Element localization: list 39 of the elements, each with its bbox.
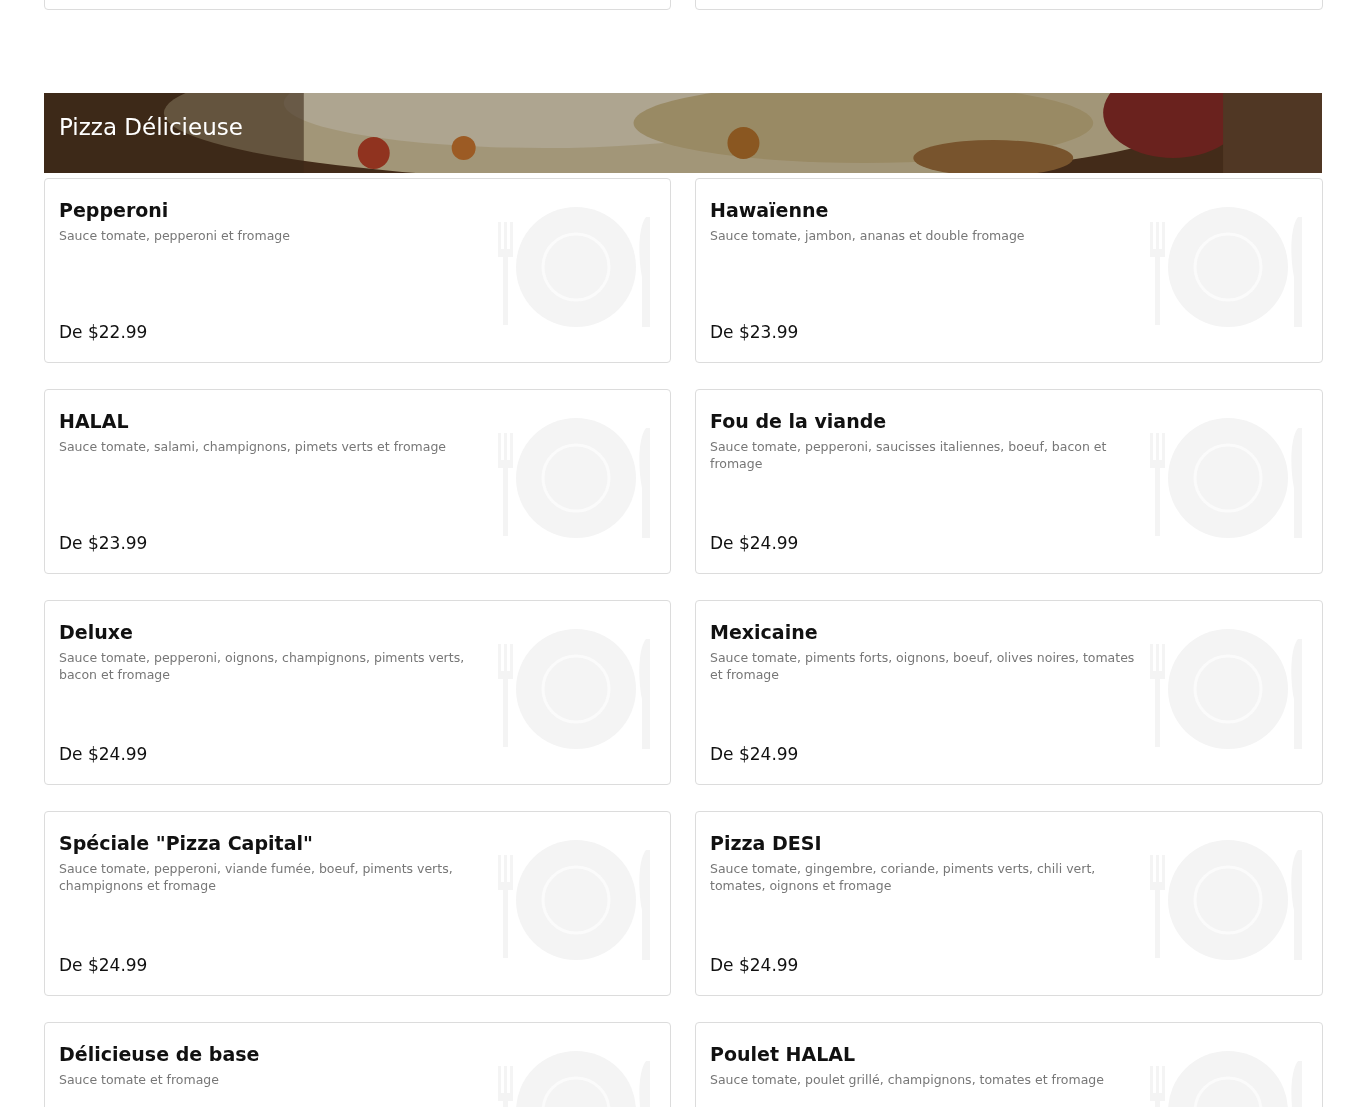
menu-item-card[interactable]: Mexicaine Sauce tomate, piments forts, oignons, boeuf, olives noires, tomates et fromage De $24.99 [695, 600, 1323, 785]
item-name: Délicieuse de base [59, 1043, 261, 1065]
item-description: Sauce tomate, poulet grillé, champignons, tomates et fromage [710, 1071, 1105, 1088]
item-description: Sauce tomate, salami, champignons, pimets verts et fromage [59, 438, 448, 455]
item-description: Sauce tomate, jambon, ananas et double fromage [710, 227, 1026, 244]
menu-item-card[interactable]: Deluxe Sauce tomate, pepperoni, oignons, champignons, piments verts, bacon et fromage De $24.99 [44, 600, 671, 785]
item-price: De $24.99 [710, 533, 800, 553]
item-description: Sauce tomate, pepperoni, oignons, champignons, piments verts, bacon et fromage [59, 649, 466, 683]
item-name: Poulet HALAL [710, 1043, 857, 1065]
menu-item-card[interactable]: Poulet HALAL Sauce tomate, poulet grillé, champignons, tomates et fromage [695, 1022, 1323, 1107]
menu-item-card[interactable]: Pepperoni Sauce tomate, pepperoni et fromage De $22.99 [44, 178, 671, 363]
item-price: De $24.99 [710, 955, 800, 975]
item-description: Sauce tomate, pepperoni, viande fumée, boeuf, piments verts, champignons et fromage [59, 860, 454, 894]
section-title: Pizza Délicieuse [58, 113, 244, 140]
menu-item-card[interactable]: Délicieuse de base Sauce tomate et fromage [44, 1022, 671, 1107]
menu-item-card[interactable]: Spéciale "Pizza Capital" Sauce tomate, pepperoni, viande fumée, boeuf, piments verts, champignons et fromage De $24.99 [44, 811, 671, 996]
item-price: De $24.99 [59, 744, 149, 764]
item-description: Sauce tomate, pepperoni et fromage [59, 227, 291, 244]
item-name: Mexicaine [710, 621, 819, 643]
item-name: Deluxe [59, 621, 134, 643]
item-name: Pizza DESI [710, 832, 823, 854]
menu-item-card[interactable]: Hawaïenne Sauce tomate, jambon, ananas et double fromage De $23.99 [695, 178, 1323, 363]
menu-item-card[interactable]: Pizza DESI Sauce tomate, gingembre, coriande, piments verts, chili vert, tomates, oignons et fromage De $24.99 [695, 811, 1323, 996]
item-name: Spéciale "Pizza Capital" [59, 832, 314, 854]
item-description: Sauce tomate, piments forts, oignons, boeuf, olives noires, tomates et fromage [710, 649, 1136, 683]
item-price: De $23.99 [710, 322, 800, 342]
item-price: De $24.99 [59, 955, 149, 975]
item-name: Fou de la viande [710, 410, 888, 432]
item-description: Sauce tomate, pepperoni, saucisses italiennes, boeuf, bacon et fromage [710, 438, 1108, 472]
menu-item-card[interactable]: HALAL Sauce tomate, salami, champignons, pimets verts et fromage De $23.99 [44, 389, 671, 574]
item-price: De $22.99 [59, 322, 149, 342]
item-price: De $23.99 [59, 533, 149, 553]
menu-item-card[interactable]: Fou de la viande Sauce tomate, pepperoni, saucisses italiennes, boeuf, bacon et fromage De $24.99 [695, 389, 1323, 574]
item-name: HALAL [59, 410, 130, 432]
item-description: Sauce tomate, gingembre, coriande, piments verts, chili vert, tomates, oignons et fromage [710, 860, 1097, 894]
item-name: Hawaïenne [710, 199, 830, 221]
item-price: De $24.99 [710, 744, 800, 764]
item-description: Sauce tomate et fromage [59, 1071, 220, 1088]
item-name: Pepperoni [59, 199, 170, 221]
